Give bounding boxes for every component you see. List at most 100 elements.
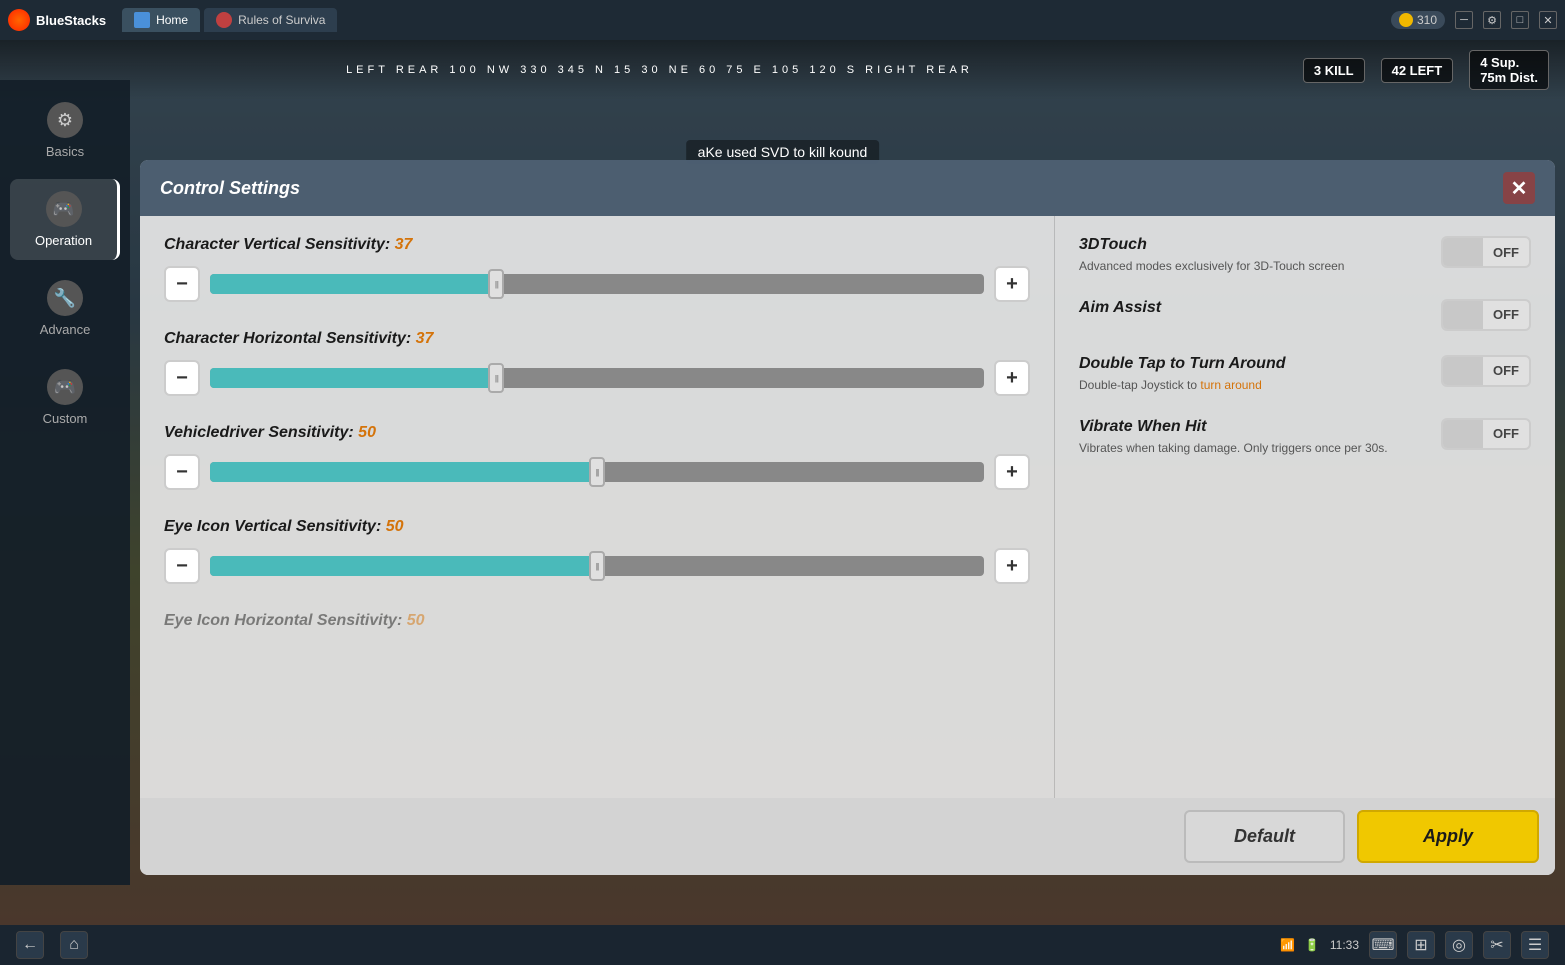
toggle-3dtouch-desc: Advanced modes exclusively for 3D-Touch …	[1079, 258, 1425, 275]
sidebar-item-advance[interactable]: 🔧 Advance	[10, 268, 120, 349]
slider-eye-horizontal: Eye Icon Horizontal Sensitivity: 50	[164, 612, 1030, 630]
coin-count: 310	[1417, 13, 1437, 27]
toggle-3dtouch-info: 3DTouch Advanced modes exclusively for 3…	[1079, 236, 1425, 275]
slider-eye-vertical-plus[interactable]: +	[994, 548, 1030, 584]
sidebar-item-operation[interactable]: 🎮 Operation	[10, 179, 120, 260]
sidebar-item-custom[interactable]: 🎮 Custom	[10, 357, 120, 438]
slider-char-vertical-thumb[interactable]	[488, 269, 504, 299]
location-button[interactable]: ◎	[1445, 931, 1473, 959]
app-logo: BlueStacks	[8, 9, 106, 31]
tab-game[interactable]: Rules of Surviva	[204, 8, 337, 32]
slider-eye-vertical-track[interactable]	[210, 556, 984, 576]
toggle-double-tap-track	[1443, 357, 1483, 385]
slider-char-vertical-track[interactable]	[210, 274, 984, 294]
wifi-icon: 📶	[1280, 938, 1295, 952]
toggle-aim-assist-track	[1443, 301, 1483, 329]
maximize-button[interactable]: □	[1511, 11, 1529, 29]
toggle-vibrate-info: Vibrate When Hit Vibrates when taking da…	[1079, 418, 1425, 457]
toggle-aim-assist: Aim Assist OFF	[1079, 299, 1531, 331]
slider-char-vertical-plus[interactable]: +	[994, 266, 1030, 302]
home-button[interactable]: ⌂	[60, 931, 88, 959]
toggle-aim-assist-info: Aim Assist	[1079, 299, 1425, 321]
default-button[interactable]: Default	[1184, 810, 1345, 863]
bottom-right: 📶 🔋 11:33 ⌨ ⊞ ◎ ✂ ☰	[1280, 931, 1549, 959]
modal-body: Character Vertical Sensitivity: 37 − +	[140, 216, 1555, 798]
slider-char-vertical-minus[interactable]: −	[164, 266, 200, 302]
bottom-left: ← ⌂	[16, 931, 88, 959]
toggle-double-tap-info: Double Tap to Turn Around Double-tap Joy…	[1079, 355, 1425, 394]
slider-vehicle-track[interactable]	[210, 462, 984, 482]
slider-vehicle-thumb[interactable]	[589, 457, 605, 487]
toggle-3dtouch-state: OFF	[1483, 245, 1529, 260]
toggle-double-tap-title: Double Tap to Turn Around	[1079, 355, 1425, 373]
modal-footer: Default Apply	[140, 798, 1555, 875]
toggle-double-tap-state: OFF	[1483, 363, 1529, 378]
back-button[interactable]: ←	[16, 931, 44, 959]
slider-eye-vertical-fill	[210, 556, 597, 576]
modal-close-button[interactable]: ✕	[1503, 172, 1535, 204]
apply-button[interactable]: Apply	[1357, 810, 1539, 863]
slider-char-horizontal-track[interactable]	[210, 368, 984, 388]
slider-char-vertical: Character Vertical Sensitivity: 37 − +	[164, 236, 1030, 302]
toggle-aim-assist-switch[interactable]: OFF	[1441, 299, 1531, 331]
title-bar: BlueStacks Home Rules of Surviva 310 ─ ⚙…	[0, 0, 1565, 40]
toggle-vibrate: Vibrate When Hit Vibrates when taking da…	[1079, 418, 1531, 457]
toggle-vibrate-switch[interactable]: OFF	[1441, 418, 1531, 450]
slider-vehicle: Vehicledriver Sensitivity: 50 − +	[164, 424, 1030, 490]
menu-button[interactable]: ☰	[1521, 931, 1549, 959]
slider-vehicle-plus[interactable]: +	[994, 454, 1030, 490]
basics-icon: ⚙	[47, 102, 83, 138]
slider-eye-vertical-minus[interactable]: −	[164, 548, 200, 584]
custom-icon: 🎮	[47, 369, 83, 405]
sliders-panel: Character Vertical Sensitivity: 37 − +	[140, 216, 1055, 798]
coin-badge: 310	[1391, 11, 1445, 29]
game-area: LEFT REAR 100 NW 330 345 N 15 30 NE 60 7…	[0, 40, 1565, 925]
slider-vehicle-value: 50	[358, 424, 376, 441]
slider-char-horizontal-thumb[interactable]	[488, 363, 504, 393]
slider-eye-horizontal-label: Eye Icon Horizontal Sensitivity: 50	[164, 612, 1030, 630]
modal-title: Control Settings	[160, 178, 300, 199]
players-left: 42 LEFT	[1381, 58, 1454, 83]
keyboard-button[interactable]: ⌨	[1369, 931, 1397, 959]
advance-icon: 🔧	[47, 280, 83, 316]
toggle-double-tap-switch[interactable]: OFF	[1441, 355, 1531, 387]
toggle-vibrate-title: Vibrate When Hit	[1079, 418, 1425, 436]
scissors-button[interactable]: ✂	[1483, 931, 1511, 959]
slider-char-vertical-control: − +	[164, 266, 1030, 302]
slider-eye-vertical-label: Eye Icon Vertical Sensitivity: 50	[164, 518, 1030, 536]
slider-char-horizontal-minus[interactable]: −	[164, 360, 200, 396]
slider-eye-vertical-thumb[interactable]	[589, 551, 605, 581]
app-name: BlueStacks	[36, 13, 106, 28]
minimize-button[interactable]: ─	[1455, 11, 1473, 29]
slider-vehicle-minus[interactable]: −	[164, 454, 200, 490]
bottom-bar: ← ⌂ 📶 🔋 11:33 ⌨ ⊞ ◎ ✂ ☰	[0, 925, 1565, 965]
toggle-vibrate-track	[1443, 420, 1483, 448]
toggle-3dtouch: 3DTouch Advanced modes exclusively for 3…	[1079, 236, 1531, 275]
tab-home[interactable]: Home	[122, 8, 200, 32]
slider-vehicle-label: Vehicledriver Sensitivity: 50	[164, 424, 1030, 442]
modal-overlay: Control Settings ✕ Character Vertical Se…	[130, 80, 1565, 885]
close-button[interactable]: ✕	[1539, 11, 1557, 29]
slider-eye-horizontal-value: 50	[407, 612, 425, 629]
toggle-3dtouch-track	[1443, 238, 1483, 266]
kill-count: 3 KILL	[1303, 58, 1365, 83]
sidebar-item-basics[interactable]: ⚙ Basics	[10, 90, 120, 171]
slider-eye-vertical: Eye Icon Vertical Sensitivity: 50 − +	[164, 518, 1030, 584]
modal-header: Control Settings ✕	[140, 160, 1555, 216]
slider-eye-vertical-value: 50	[386, 518, 404, 535]
slider-eye-vertical-control: − +	[164, 548, 1030, 584]
home-tab-icon	[134, 12, 150, 28]
toggle-3dtouch-switch[interactable]: OFF	[1441, 236, 1531, 268]
control-settings-modal: Control Settings ✕ Character Vertical Se…	[140, 160, 1555, 875]
clock: 11:33	[1330, 938, 1359, 952]
slider-char-horizontal: Character Horizontal Sensitivity: 37 − +	[164, 330, 1030, 396]
slider-char-horizontal-control: − +	[164, 360, 1030, 396]
toggle-3dtouch-title: 3DTouch	[1079, 236, 1425, 254]
slider-vehicle-fill	[210, 462, 597, 482]
slider-char-horizontal-plus[interactable]: +	[994, 360, 1030, 396]
screen-button[interactable]: ⊞	[1407, 931, 1435, 959]
operation-icon: 🎮	[46, 191, 82, 227]
settings-icon[interactable]: ⚙	[1483, 11, 1501, 29]
toggle-double-tap-highlight: turn around	[1200, 378, 1261, 392]
coin-icon	[1399, 13, 1413, 27]
